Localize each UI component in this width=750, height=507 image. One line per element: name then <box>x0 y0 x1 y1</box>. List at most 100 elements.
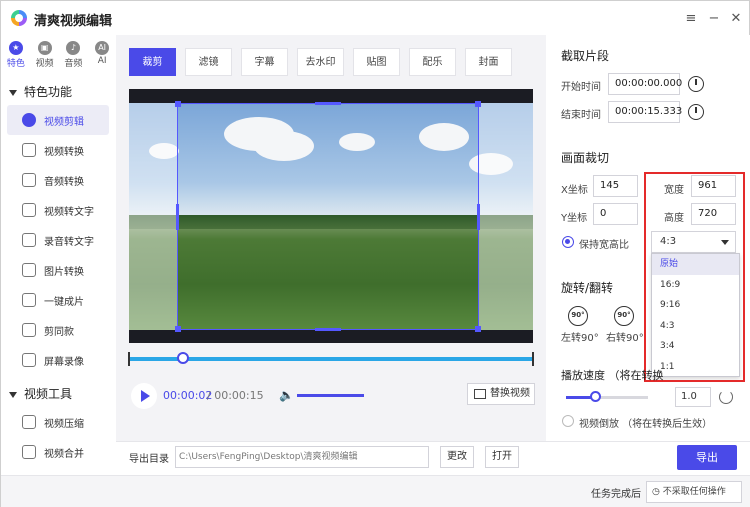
sidebar-item-video-to-text[interactable]: 视频转文字 <box>7 195 109 225</box>
tab-subtitle[interactable]: 字幕 <box>241 48 288 76</box>
recording-icon <box>22 233 36 247</box>
category-tab-audio[interactable]: ♪ 音频 <box>60 39 88 73</box>
sidebar-item-label: 视频转文字 <box>44 206 94 218</box>
sidebar-item-image-convert[interactable]: 图片转换 <box>7 255 109 285</box>
crop-handle-bl[interactable] <box>175 326 181 332</box>
sidebar-item-label: 视频转换 <box>44 146 84 158</box>
app-logo-icon <box>11 10 27 26</box>
timeline-start-marker[interactable] <box>128 352 130 366</box>
crop-handle-tr[interactable] <box>475 101 481 107</box>
rotate-left-icon[interactable]: 90° <box>568 306 588 326</box>
title-bar: 清爽视频编辑 ≡ − ✕ <box>1 1 750 35</box>
reverse-radio[interactable] <box>562 415 574 427</box>
rotate-right-icon[interactable]: 90° <box>614 306 634 326</box>
rotate-section-title: 旋转/翻转 <box>561 281 614 295</box>
change-button[interactable]: 更改 <box>440 446 474 468</box>
end-time-field[interactable]: 00:00:15.333 <box>608 101 682 123</box>
sidebar-item-one-click[interactable]: 一键成片 <box>7 285 109 315</box>
category-label: AI <box>97 56 107 66</box>
video-convert-icon <box>22 143 36 157</box>
keep-ratio-radio[interactable] <box>562 236 574 248</box>
category-tab-video[interactable]: ▣ 视频 <box>31 39 59 73</box>
speed-section-title: 播放速度 （将在转换 <box>561 369 664 382</box>
sidebar-item-label: 一键成片 <box>44 296 84 308</box>
speed-stepper[interactable]: 1.0 <box>675 387 711 407</box>
sidebar-item-audio-to-text[interactable]: 录音转文字 <box>7 225 109 255</box>
group-header-video-tools[interactable]: 视频工具 <box>9 385 72 402</box>
chevron-down-icon <box>9 89 17 96</box>
crop-handle-right[interactable] <box>477 204 480 230</box>
speed-slider-thumb[interactable] <box>589 391 601 402</box>
category-label: 特色 <box>6 59 25 69</box>
category-tab-feature[interactable]: ★ 特色 <box>2 39 30 73</box>
edit-tabs: 裁剪 滤镜 字幕 去水印 贴图 配乐 封面 <box>129 48 521 76</box>
sidebar-item-audio-convert[interactable]: 音频转换 <box>7 165 109 195</box>
sidebar: ★ 特色 ▣ 视频 ♪ 音频 AI AI 特色功能 视频剪辑 视频转换 音频转换… <box>1 35 116 475</box>
clock-icon[interactable] <box>688 76 704 92</box>
open-button[interactable]: 打开 <box>485 446 519 468</box>
reset-icon[interactable] <box>719 390 733 404</box>
volume-slider[interactable] <box>297 394 364 397</box>
volume-icon[interactable]: 🔈 <box>279 388 294 402</box>
close-icon[interactable]: ✕ <box>727 9 745 27</box>
tab-crop[interactable]: 裁剪 <box>129 48 176 76</box>
crop-handle-bottom[interactable] <box>315 328 341 331</box>
minimize-icon[interactable]: − <box>705 9 723 27</box>
film-reel-icon <box>22 113 36 127</box>
tab-music[interactable]: 配乐 <box>409 48 456 76</box>
crop-handle-br[interactable] <box>475 326 481 332</box>
category-tabs: ★ 特色 ▣ 视频 ♪ 音频 AI AI <box>1 39 116 73</box>
tab-cover[interactable]: 封面 <box>465 48 512 76</box>
clip-section-title: 截取片段 <box>561 49 610 63</box>
sidebar-item-same-style[interactable]: 剪同款 <box>7 315 109 345</box>
crop-frame[interactable] <box>175 101 481 332</box>
crop-handle-left[interactable] <box>176 204 179 230</box>
sidebar-item-video-compress[interactable]: 视频压缩 <box>7 407 109 437</box>
compress-icon <box>22 415 36 429</box>
output-path-field[interactable]: C:\Users\FengPing\Desktop\清爽视频编辑 <box>175 446 429 468</box>
microphone-icon <box>22 173 36 187</box>
replace-label: 替换视频 <box>490 388 530 399</box>
x-field[interactable]: 145 <box>593 175 638 197</box>
rotate-left-label: 左转90° <box>561 333 599 344</box>
status-bar: 任务完成后 ◷ 不采取任何操作 <box>1 475 750 507</box>
y-field[interactable]: 0 <box>593 203 638 225</box>
reverse-label: 视频倒放 （将在转换后生效） <box>579 419 713 430</box>
timeline-playhead[interactable] <box>177 352 189 364</box>
replace-video-button[interactable]: 替换视频 <box>467 383 535 405</box>
merge-icon <box>22 445 36 459</box>
video-preview[interactable] <box>129 89 533 343</box>
y-label: Y坐标 <box>561 213 588 224</box>
export-button[interactable]: 导出 <box>677 445 737 470</box>
crop-handle-tl[interactable] <box>175 101 181 107</box>
tab-watermark[interactable]: 去水印 <box>297 48 344 76</box>
timeline-bar[interactable] <box>128 352 534 366</box>
music-icon: ♪ <box>66 41 81 55</box>
tab-filter[interactable]: 滤镜 <box>185 48 232 76</box>
crop-shade-left <box>129 103 177 330</box>
sidebar-item-video-merge[interactable]: 视频合并 <box>7 437 109 467</box>
sidebar-item-video-convert[interactable]: 视频转换 <box>7 135 109 165</box>
sidebar-item-video-edit[interactable]: 视频剪辑 <box>7 105 109 135</box>
sidebar-item-label: 视频压缩 <box>44 418 84 430</box>
timeline-end-marker[interactable] <box>532 352 534 366</box>
speed-slider[interactable] <box>566 391 648 402</box>
menu-icon[interactable]: ≡ <box>682 9 700 27</box>
tab-sticker[interactable]: 贴图 <box>353 48 400 76</box>
category-tab-ai[interactable]: AI AI <box>88 39 116 73</box>
start-time-field[interactable]: 00:00:00.000 <box>608 73 682 95</box>
after-task-select[interactable]: ◷ 不采取任何操作 <box>646 481 742 503</box>
clock-icon: ◷ <box>652 487 663 497</box>
replace-icon <box>474 389 486 399</box>
sidebar-item-label: 屏幕录像 <box>44 356 84 368</box>
sidebar-item-label: 音频转换 <box>44 176 84 188</box>
crop-section-title: 画面裁切 <box>561 151 610 165</box>
sidebar-item-screen-record[interactable]: 屏幕录像 <box>7 345 109 375</box>
start-time-label: 开始时间 <box>561 82 601 93</box>
image-icon <box>22 263 36 277</box>
play-button[interactable] <box>131 383 157 409</box>
crop-handle-top[interactable] <box>315 102 341 105</box>
group-header-features[interactable]: 特色功能 <box>9 83 72 100</box>
clock-icon[interactable] <box>688 104 704 120</box>
text-icon <box>22 203 36 217</box>
